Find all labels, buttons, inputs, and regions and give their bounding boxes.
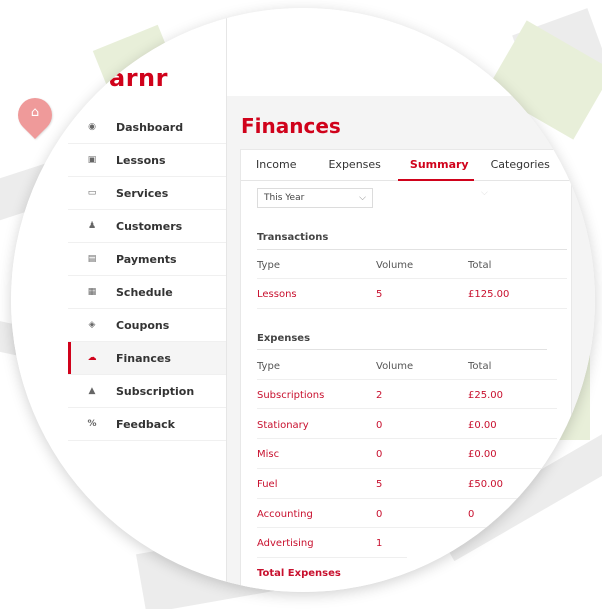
period-select-value: This Year <box>264 193 305 203</box>
sidebar-item-label: Lessons <box>116 153 166 167</box>
sidebar-nav: ◉ Dashboard ▣ Lessons ▭ Services ♟ Customers ▤ Pa… <box>68 111 226 441</box>
tab-income[interactable]: Income <box>241 150 307 180</box>
cell-type: Misc <box>257 449 280 460</box>
cell-total: £25.00 <box>468 390 503 401</box>
cell-total: £0.00 <box>468 449 497 460</box>
users-icon: ♟ <box>87 221 97 231</box>
sidebar-item-lessons[interactable]: ▣ Lessons <box>68 144 226 177</box>
sidebar-item-label: Coupons <box>116 318 170 332</box>
sidebar-item-label: Feedback <box>116 417 175 431</box>
dashboard-icon: ◉ <box>88 122 96 132</box>
calendar-check-icon: ▣ <box>87 155 97 165</box>
row-divider <box>257 379 557 380</box>
sidebar-item-label: Payments <box>116 252 177 266</box>
column-header-volume: Volume <box>376 260 414 271</box>
cell-volume: 5 <box>376 289 383 300</box>
cell-type: Accounting <box>257 509 313 520</box>
main-content: Finances Income Expenses Summary Categories… <box>227 96 595 592</box>
row-divider <box>257 408 557 409</box>
finances-card: Income Expenses Summary Categories Mi This Y… <box>240 149 584 592</box>
cell-volume: 0 <box>376 420 383 431</box>
sidebar-item-label: Schedule <box>116 285 173 299</box>
tab-mi[interactable]: Mi <box>561 150 595 180</box>
cloud-upload-icon: ☁ <box>87 353 97 363</box>
cell-type: Advertising <box>257 538 314 549</box>
logo: arnr <box>109 64 168 92</box>
column-header-total: Total <box>468 361 492 372</box>
cell-volume: 2 <box>376 390 383 401</box>
sidebar-item-subscription[interactable]: ▲ Subscription <box>68 375 226 408</box>
row-divider <box>257 557 407 558</box>
row-divider <box>257 527 532 528</box>
divider <box>257 349 547 350</box>
period-select[interactable]: This Year ⌵ <box>257 188 373 208</box>
sidebar-item-coupons[interactable]: ◈ Coupons <box>68 309 226 342</box>
sidebar-item-customers[interactable]: ♟ Customers <box>68 210 226 243</box>
sidebar-item-finances[interactable]: ☁ Finances <box>68 342 226 375</box>
cell-total: £125.00 <box>468 289 510 300</box>
top-bar <box>227 8 595 97</box>
total-expenses-label: Total Expenses <box>257 568 341 579</box>
column-header-volume: Volume <box>376 361 414 372</box>
tab-categories[interactable]: Categories <box>480 150 561 180</box>
divider <box>257 249 567 250</box>
cell-type: Stationary <box>257 420 309 431</box>
sidebar-item-label: Subscription <box>116 384 195 398</box>
sidebar: arnr ◉ Dashboard ▣ Lessons ▭ Services ♟ Custome… <box>11 8 227 592</box>
cell-type: Lessons <box>257 289 297 300</box>
cell-volume: 5 <box>376 479 383 490</box>
sidebar-item-feedback[interactable]: % Feedback <box>68 408 226 441</box>
sidebar-item-label: Finances <box>116 351 171 365</box>
sidebar-item-services[interactable]: ▭ Services <box>68 177 226 210</box>
sidebar-item-dashboard[interactable]: ◉ Dashboard <box>68 111 226 144</box>
ticket-icon: ◈ <box>88 320 96 330</box>
percent-icon: % <box>87 419 97 429</box>
cell-total: £0.00 <box>468 420 497 431</box>
row-divider <box>257 438 557 439</box>
row-divider <box>257 498 542 499</box>
card-icon: ▭ <box>87 188 97 198</box>
sidebar-item-label: Customers <box>116 219 183 233</box>
sidebar-item-schedule[interactable]: ▦ Schedule <box>68 276 226 309</box>
cell-type: Fuel <box>257 479 278 490</box>
cell-volume: 0 <box>376 449 383 460</box>
row-divider <box>257 468 552 469</box>
cell-total: £50.00 <box>468 479 503 490</box>
chevron-down-icon: ⌵ <box>481 188 488 198</box>
calendar-icon: ▦ <box>87 287 97 297</box>
tab-bar: Income Expenses Summary Categories Mi <box>241 150 584 181</box>
cell-volume: 1 <box>376 538 383 549</box>
sidebar-item-label: Services <box>116 186 169 200</box>
cell-type: Subscriptions <box>257 390 325 401</box>
chevron-down-icon: ⌵ <box>359 193 366 203</box>
sidebar-item-payments[interactable]: ▤ Payments <box>68 243 226 276</box>
money-icon: ▤ <box>87 254 97 264</box>
app-screenshot-circle: arnr ◉ Dashboard ▣ Lessons ▭ Services ♟ Custome… <box>11 8 595 592</box>
column-header-type: Type <box>257 361 280 372</box>
tab-expenses[interactable]: Expenses <box>307 150 391 180</box>
transactions-heading: Transactions <box>257 232 329 243</box>
expenses-heading: Expenses <box>257 333 311 344</box>
tab-summary[interactable]: Summary <box>392 150 480 181</box>
cell-volume: 0 <box>376 509 383 520</box>
row-divider <box>257 308 567 309</box>
column-header-type: Type <box>257 260 280 271</box>
column-header-total: Total <box>468 260 492 271</box>
sidebar-item-label: Dashboard <box>116 120 184 134</box>
page-title: Finances <box>241 114 341 138</box>
lock-icon: ▲ <box>88 386 96 396</box>
cell-total: 0 <box>468 509 475 520</box>
row-divider <box>257 278 567 279</box>
